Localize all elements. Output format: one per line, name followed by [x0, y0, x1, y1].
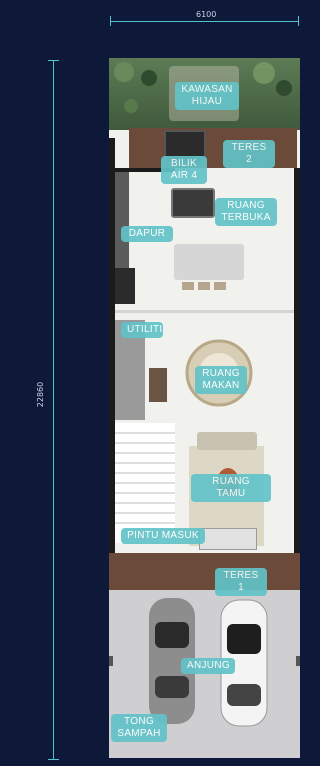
- right-wall: [294, 168, 300, 590]
- width-dimension-line: [110, 21, 299, 22]
- terrace-1-deck: [109, 553, 300, 590]
- label-ruang-makan: RUANG MAKAN: [195, 366, 247, 394]
- width-dimension-label: 6100: [196, 10, 217, 19]
- label-anjung: ANJUNG: [181, 658, 235, 674]
- utility-shelf: [149, 368, 167, 402]
- length-dimension-line: [53, 60, 54, 760]
- label-bilik-air-4: BILIK AIR 4: [161, 156, 207, 184]
- label-teres-2: TERES 2: [223, 140, 275, 168]
- staircase: [115, 423, 175, 543]
- bathtub-icon: [171, 188, 215, 218]
- length-dimension-label: 22860: [36, 381, 46, 408]
- gate-post-left: [109, 656, 113, 666]
- label-dapur: DAPUR: [121, 226, 173, 242]
- partition-wall: [115, 310, 294, 313]
- width-dimension-tick-right: [298, 16, 299, 26]
- length-dimension-tick-bottom: [48, 759, 59, 760]
- label-teres-1: TERES 1: [215, 568, 267, 596]
- kitchen-cabinet: [115, 268, 135, 304]
- label-ruang-tamu: RUANG TAMU: [191, 474, 271, 502]
- label-utiliti: UTILITI: [121, 322, 163, 338]
- length-dimension-tick-top: [48, 60, 59, 61]
- dining-table-icon: [174, 244, 244, 290]
- sofa-icon: [197, 432, 257, 450]
- label-kawasan-hijau: KAWASAN HIJAU: [175, 82, 239, 110]
- tv-console: [199, 528, 257, 550]
- label-tong-sampah: TONG SAMPAH: [111, 714, 167, 742]
- label-pintu-masuk: PINTU MASUK: [121, 528, 205, 544]
- label-ruang-terbuka: RUANG TERBUKA: [215, 198, 277, 226]
- gate-post-right: [296, 656, 300, 666]
- width-dimension-tick-left: [110, 16, 111, 26]
- floor-plan: KAWASAN HIJAU TERES 2 BILIK AIR 4 RUANG …: [109, 58, 300, 758]
